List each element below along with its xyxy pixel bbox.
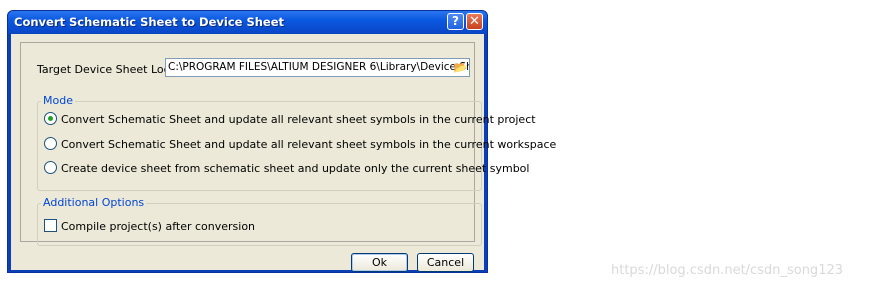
radio-workspace[interactable] <box>44 137 57 150</box>
mode-group: Mode Convert Schematic Sheet and update … <box>37 94 556 191</box>
additional-options-title: Additional Options <box>41 196 147 209</box>
location-input[interactable]: C:\PROGRAM FILES\ALTIUM DESIGNER 6\Libra… <box>165 58 470 77</box>
title-bar[interactable]: Convert Schematic Sheet to Device Sheet … <box>8 11 487 34</box>
radio-device-sheet[interactable] <box>44 161 57 174</box>
dialog-title: Convert Schematic Sheet to Device Sheet <box>14 15 285 29</box>
mode-group-title: Mode <box>41 94 75 107</box>
compile-option[interactable]: Compile project(s) after conversion <box>44 219 255 233</box>
dialog-client-area: Target Device Sheet Location: C:\PROGRAM… <box>11 34 556 272</box>
compile-checkbox[interactable] <box>44 219 57 232</box>
dialog-window: Convert Schematic Sheet to Device Sheet … <box>7 10 556 273</box>
close-button[interactable]: ✕ <box>466 13 483 30</box>
mode-option-project[interactable]: Convert Schematic Sheet and update all r… <box>44 112 536 126</box>
mode-option-label: Create device sheet from schematic sheet… <box>61 162 530 175</box>
mode-option-device-sheet[interactable]: Create device sheet from schematic sheet… <box>44 161 529 175</box>
mode-option-label: Convert Schematic Sheet and update all r… <box>61 138 557 151</box>
ok-button[interactable]: Ok <box>351 253 408 272</box>
cancel-button[interactable]: Cancel <box>417 253 474 272</box>
watermark-text: https://blog.csdn.net/csdn_song123 <box>611 263 844 278</box>
mode-option-workspace[interactable]: Convert Schematic Sheet and update all r… <box>44 137 556 151</box>
folder-browse-icon[interactable]: 📂 <box>453 60 468 75</box>
radio-project[interactable] <box>44 112 57 125</box>
help-button[interactable]: ? <box>447 13 464 30</box>
additional-options-group: Additional Options Compile project(s) af… <box>37 196 482 246</box>
content-panel: Target Device Sheet Location: C:\PROGRAM… <box>20 42 556 246</box>
mode-option-label: Convert Schematic Sheet and update all r… <box>61 113 536 126</box>
compile-label: Compile project(s) after conversion <box>61 220 256 233</box>
